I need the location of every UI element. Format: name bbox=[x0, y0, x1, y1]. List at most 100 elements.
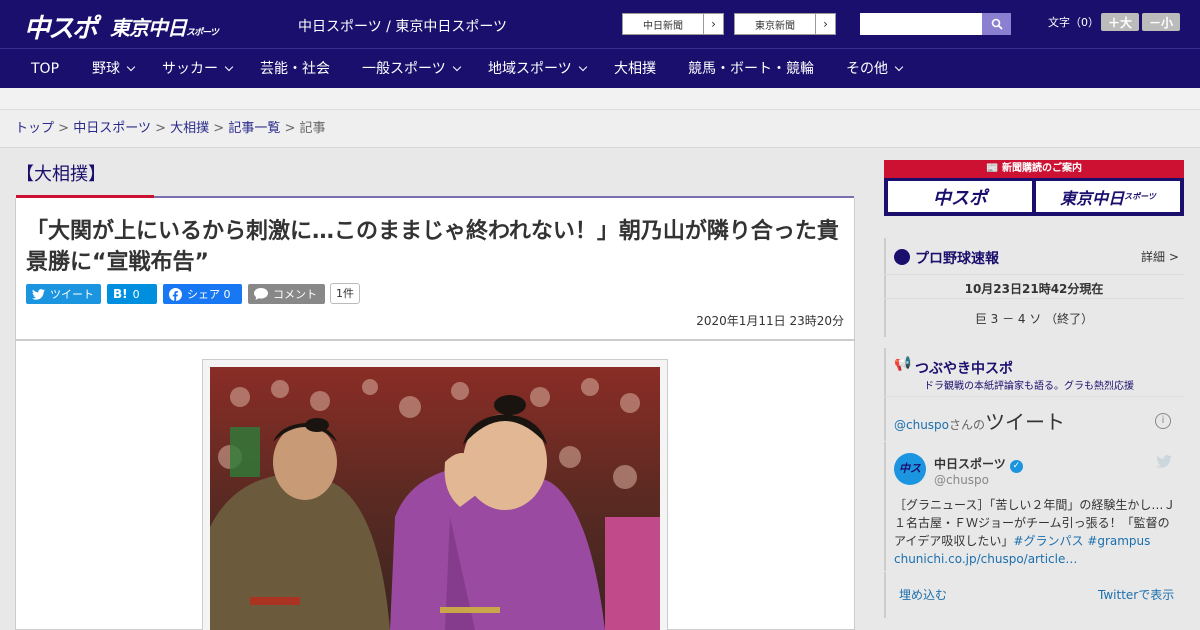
chunichi-shimbun-label: 中日新聞 bbox=[643, 20, 683, 32]
subscription-tokyo-chunichi-text: 東京中日 bbox=[1060, 188, 1125, 208]
tweets-heading: @chuspoさんのツイート bbox=[894, 406, 1065, 435]
chevron-down-icon bbox=[452, 62, 461, 72]
nav-item-other-label: その他 bbox=[846, 61, 888, 77]
tokyo-shimbun-link[interactable]: 東京新聞 › bbox=[734, 13, 836, 35]
nav-item-racing-label: 競馬・ボート・競輪 bbox=[688, 61, 814, 77]
twitter-bird-icon bbox=[32, 288, 45, 300]
chevron-down-icon bbox=[224, 62, 234, 72]
tweets-card-title: つぶやき中スポ bbox=[915, 361, 1013, 377]
baseball-icon bbox=[894, 249, 910, 265]
nav-item-other[interactable]: その他 bbox=[846, 49, 904, 89]
tweet-user-handle[interactable]: @chuspo bbox=[934, 473, 989, 487]
embed-link[interactable]: 埋め込む bbox=[899, 586, 947, 603]
search-icon bbox=[991, 18, 1003, 30]
baseball-score[interactable]: 巨 3 － 4 ソ （終了） bbox=[884, 310, 1184, 327]
facebook-icon bbox=[169, 287, 182, 301]
breadcrumb-article-list[interactable]: 記事一覧 bbox=[228, 121, 280, 136]
breadcrumb: トップ > 中日スポーツ > 大相撲 > 記事一覧 > 記事 bbox=[0, 110, 1200, 148]
main-nav: TOP 野球 サッカー 芸能・社会 一般スポーツ 地域スポーツ 大相撲 競馬・ボ… bbox=[0, 48, 1200, 88]
tweet-user-name-label: 中日スポーツ bbox=[934, 457, 1006, 471]
tweet-link[interactable]: chunichi.co.jp/chuspo/article… bbox=[894, 552, 1077, 566]
divider bbox=[884, 441, 1184, 442]
tweets-card bbox=[884, 348, 886, 618]
font-bigger-button[interactable]: ＋大 bbox=[1101, 13, 1139, 31]
megaphone-icon: 📢 bbox=[894, 356, 912, 372]
subscription-ad-label: 新聞購読のご案内 bbox=[1001, 163, 1082, 174]
comment-bubble-icon bbox=[254, 288, 268, 300]
breadcrumb-current: 記事 bbox=[299, 121, 326, 136]
baseball-timestamp: 10月23日21時42分現在 bbox=[964, 282, 1104, 296]
hatena-icon: B! bbox=[113, 287, 128, 301]
chevron-down-icon bbox=[894, 62, 904, 72]
subscription-chuspo[interactable]: 中スポ bbox=[888, 181, 1032, 212]
subscription-tokyo-chunichi[interactable]: 東京中日 スポーツ bbox=[1036, 181, 1180, 212]
font-smaller-button[interactable]: －小 bbox=[1142, 13, 1180, 31]
facebook-share-button[interactable]: シェア 0 bbox=[163, 284, 242, 304]
nav-item-general-sports-label: 一般スポーツ bbox=[362, 61, 446, 77]
divider bbox=[884, 571, 1184, 572]
hatena-count: 0 bbox=[132, 287, 140, 301]
article-title: 「大関が上にいるから刺激に…このままじゃ終われない！」朝乃山が隣り合った貴景勝に… bbox=[26, 219, 839, 275]
tweet-label: ツイート bbox=[50, 288, 94, 301]
comment-count-badge[interactable]: 1件 bbox=[330, 283, 360, 304]
nav-item-soccer[interactable]: サッカー bbox=[162, 49, 234, 89]
chevron-right-icon: › bbox=[703, 14, 723, 34]
search-button[interactable] bbox=[982, 13, 1011, 35]
logo-tokyo-chunichi[interactable]: 東京中日スポーツ bbox=[110, 12, 219, 41]
comment-button[interactable]: コメント bbox=[248, 284, 325, 304]
divider bbox=[884, 274, 1184, 275]
breadcrumb-top[interactable]: トップ bbox=[15, 121, 54, 136]
baseball-card-title: プロ野球速報 bbox=[915, 251, 999, 267]
nav-item-baseball[interactable]: 野球 bbox=[92, 49, 136, 89]
nav-item-general-sports[interactable]: 一般スポーツ bbox=[362, 49, 461, 89]
verified-icon: ✓ bbox=[1009, 460, 1023, 473]
article-photo[interactable] bbox=[210, 367, 660, 630]
site-name[interactable]: 中日スポーツ / 東京中日スポーツ bbox=[298, 16, 507, 36]
chevron-right-icon: › bbox=[815, 14, 835, 34]
tweet-button[interactable]: ツイート bbox=[26, 284, 101, 304]
nav-item-local-sports[interactable]: 地域スポーツ bbox=[488, 49, 587, 89]
tweets-subtitle: ドラ観戦の本紙評論家も語る。グラも熱烈応援 bbox=[924, 381, 1134, 392]
breadcrumb-sep: > bbox=[284, 121, 296, 136]
sumo-wrestlers-photo bbox=[210, 367, 660, 630]
article-date: 2020年1月11日 23時20分 bbox=[696, 314, 844, 328]
logo-chuspo[interactable]: 中スポ bbox=[24, 8, 98, 45]
logo-tokyo-chunichi-small: スポーツ bbox=[186, 28, 219, 38]
breadcrumb-chunichi-sports[interactable]: 中日スポーツ bbox=[73, 121, 151, 136]
tweets-handle[interactable]: @chuspo bbox=[894, 418, 949, 432]
nav-item-top[interactable]: TOP bbox=[31, 49, 59, 89]
spacer-band bbox=[0, 88, 1200, 110]
font-size-label: 文字（0） bbox=[1048, 16, 1099, 29]
nav-item-top-label: TOP bbox=[31, 61, 60, 77]
baseball-more-link[interactable]: 詳細 > bbox=[1141, 248, 1179, 265]
nav-item-racing[interactable]: 競馬・ボート・競輪 bbox=[688, 49, 814, 89]
twitter-bird-icon[interactable] bbox=[1156, 453, 1172, 472]
divider bbox=[884, 396, 1184, 397]
nav-item-sumo[interactable]: 大相撲 bbox=[614, 49, 656, 89]
nav-item-local-sports-label: 地域スポーツ bbox=[488, 61, 572, 77]
tweet-hashtags[interactable]: #グランパス #grampus bbox=[1013, 534, 1150, 548]
logo-tokyo-chunichi-text: 東京中日 bbox=[110, 16, 187, 40]
hatena-button[interactable]: B! 0 bbox=[107, 284, 157, 304]
tweet-user-name[interactable]: 中日スポーツ ✓ bbox=[934, 455, 1023, 473]
search-input[interactable] bbox=[860, 13, 982, 35]
view-on-twitter-link[interactable]: Twitterで表示 bbox=[1098, 586, 1174, 603]
comment-label: コメント bbox=[273, 288, 317, 301]
tweets-handle-suffix: さんの bbox=[949, 418, 986, 432]
chevron-down-icon bbox=[126, 62, 136, 72]
info-icon[interactable]: i bbox=[1155, 413, 1171, 429]
newspaper-icon: 📰 bbox=[986, 163, 1002, 174]
chunichi-shimbun-link[interactable]: 中日新聞 › bbox=[622, 13, 724, 35]
breadcrumb-sep: > bbox=[155, 121, 166, 136]
tweet-text: ［グラニュース］「苦しい２年間」の経験生かし…Ｊ１名古屋・ＦＷジョーがチーム引っ… bbox=[894, 496, 1176, 568]
subscription-tokyo-chunichi-small: スポーツ bbox=[1124, 192, 1156, 201]
nav-item-entertainment-label: 芸能・社会 bbox=[260, 61, 330, 77]
chevron-down-icon bbox=[578, 62, 587, 72]
breadcrumb-sumo[interactable]: 大相撲 bbox=[170, 121, 209, 136]
nav-item-entertainment[interactable]: 芸能・社会 bbox=[260, 49, 330, 89]
avatar[interactable]: 中ス bbox=[894, 453, 926, 485]
divider bbox=[884, 298, 1184, 299]
nav-item-soccer-label: サッカー bbox=[162, 61, 218, 77]
nav-item-baseball-label: 野球 bbox=[92, 61, 120, 77]
subscription-ad-header: 📰 新聞購読のご案内 bbox=[884, 160, 1184, 178]
